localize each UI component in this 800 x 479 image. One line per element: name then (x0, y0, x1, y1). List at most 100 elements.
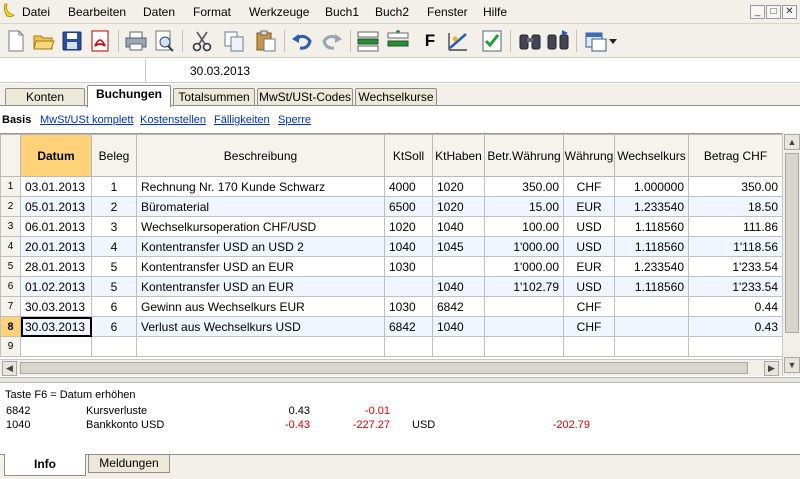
table-row[interactable]: 2 05.01.2013 2 Büromaterial 6500 1020 15… (0, 196, 783, 217)
cell-wechselkurs[interactable] (614, 296, 689, 317)
column-header-beschreibung[interactable]: Beschreibung (136, 134, 385, 177)
view-faelligkeiten[interactable]: Fälligkeiten (214, 114, 270, 126)
cell-waehrung[interactable]: CHF (563, 176, 615, 197)
cell-waehrung[interactable]: USD (563, 216, 615, 237)
minimize-button[interactable]: _ (750, 5, 765, 19)
print-icon[interactable] (124, 29, 148, 53)
undo-icon[interactable] (290, 29, 314, 53)
vertical-scroll-thumb[interactable] (785, 153, 799, 333)
cell-waehrung[interactable]: EUR (563, 256, 615, 277)
horizontal-scroll-thumb[interactable] (20, 362, 748, 374)
cell-betr-waehrung[interactable]: 1'000.00 (484, 256, 564, 277)
tab-mwst-codes[interactable]: MwSt/USt-Codes (257, 88, 353, 106)
checklist-icon[interactable] (480, 29, 504, 53)
row-number[interactable]: 7 (0, 296, 21, 317)
cell-beschreibung[interactable]: Kontentransfer USD an EUR (136, 276, 385, 297)
row-number[interactable]: 6 (0, 276, 21, 297)
column-header-betr-waehrung[interactable]: Betr.Währung (484, 134, 564, 177)
cell-betr-waehrung[interactable]: 350.00 (484, 176, 564, 197)
cell-wechselkurs[interactable]: 1.000000 (614, 176, 689, 197)
cell-beschreibung[interactable]: Rechnung Nr. 170 Kunde Schwarz (136, 176, 385, 197)
cell-ktsoll[interactable]: 1020 (384, 216, 433, 237)
table-row[interactable]: 3 06.01.2013 3 Wechselkursoperation CHF/… (0, 216, 783, 237)
cell-betrag-chf[interactable]: 111.86 (688, 216, 783, 237)
table-row[interactable]: 4 20.01.2013 4 Kontentransfer USD an USD… (0, 236, 783, 257)
cell-datum-selected[interactable]: 30.03.2013 (20, 316, 92, 337)
row-number[interactable]: 9 (0, 336, 21, 357)
column-header-betrag-chf[interactable]: Betrag CHF (688, 134, 783, 177)
cell-betr-waehrung[interactable]: 100.00 (484, 216, 564, 237)
cell-wechselkurs[interactable]: 1.233540 (614, 256, 689, 277)
tab-totalsummen[interactable]: Totalsummen (173, 88, 255, 106)
cell-betrag-chf[interactable]: 1'233.54 (688, 256, 783, 277)
open-folder-icon[interactable] (32, 29, 56, 53)
cell-betrag-chf[interactable]: 350.00 (688, 176, 783, 197)
cell-betrag-chf[interactable]: 0.43 (688, 316, 783, 337)
view-basis[interactable]: Basis (2, 114, 31, 126)
menu-format[interactable]: Format (193, 5, 231, 19)
view-mwst-komplett[interactable]: MwSt/USt komplett (40, 114, 134, 126)
cell-datum[interactable]: 01.02.2013 (20, 276, 92, 297)
menu-buch1[interactable]: Buch1 (325, 5, 359, 19)
cell-betrag-chf[interactable]: 18.50 (688, 196, 783, 217)
cell-kthaben[interactable]: 1040 (432, 276, 485, 297)
column-header-waehrung[interactable]: Währung (563, 134, 615, 177)
cell-waehrung[interactable]: CHF (563, 316, 615, 337)
cell-wechselkurs[interactable]: 1.118560 (614, 216, 689, 237)
scroll-up-arrow-icon[interactable]: ▲ (784, 134, 800, 150)
row-number[interactable]: 4 (0, 236, 21, 257)
tab-konten[interactable]: Konten (5, 88, 85, 106)
cell-ktsoll[interactable]: 6500 (384, 196, 433, 217)
cell-waehrung[interactable] (563, 336, 615, 357)
new-file-icon[interactable] (4, 29, 28, 53)
tab-buchungen[interactable]: Buchungen (87, 85, 171, 107)
scroll-left-arrow-icon[interactable]: ◀ (2, 361, 17, 376)
cell-datum[interactable]: 20.01.2013 (20, 236, 92, 257)
menu-werkzeuge[interactable]: Werkzeuge (249, 5, 309, 19)
column-header-kthaben[interactable]: KtHaben (432, 134, 485, 177)
cell-kthaben[interactable] (432, 336, 485, 357)
row-number-current[interactable]: 8 (0, 316, 21, 337)
cell-datum[interactable] (20, 336, 92, 357)
table-row-current[interactable]: 8 30.03.2013 6 Verlust aus Wechselkurs U… (0, 316, 783, 337)
save-icon[interactable] (60, 29, 84, 53)
cell-wechselkurs[interactable] (614, 316, 689, 337)
pdf-icon[interactable] (88, 29, 112, 53)
find-icon[interactable] (518, 29, 542, 53)
table-row-empty[interactable]: 9 (0, 336, 783, 357)
cell-beleg[interactable]: 4 (91, 236, 137, 257)
cell-ktsoll[interactable] (384, 276, 433, 297)
cell-kthaben[interactable]: 1040 (432, 316, 485, 337)
row-number[interactable]: 5 (0, 256, 21, 277)
cell-beschreibung[interactable] (136, 336, 385, 357)
cell-ktsoll[interactable] (384, 336, 433, 357)
scroll-right-arrow-icon[interactable]: ▶ (764, 361, 779, 376)
cell-kthaben[interactable]: 1020 (432, 196, 485, 217)
menu-fenster[interactable]: Fenster (427, 5, 468, 19)
row-number[interactable]: 3 (0, 216, 21, 237)
cell-datum[interactable]: 28.01.2013 (20, 256, 92, 277)
cell-wechselkurs[interactable]: 1.233540 (614, 196, 689, 217)
cell-betr-waehrung[interactable]: 1'102.79 (484, 276, 564, 297)
cell-betr-waehrung[interactable] (484, 316, 564, 337)
restore-button[interactable]: □ (766, 5, 781, 19)
print-preview-icon[interactable] (152, 29, 176, 53)
cell-ktsoll[interactable]: 4000 (384, 176, 433, 197)
tab-info[interactable]: Info (4, 454, 86, 476)
cell-ktsoll[interactable]: 1030 (384, 256, 433, 277)
cell-beschreibung[interactable]: Kontentransfer USD an USD 2 (136, 236, 385, 257)
cell-beleg[interactable]: 3 (91, 216, 137, 237)
column-header-beleg[interactable]: Beleg (91, 134, 137, 177)
chevron-down-icon[interactable] (606, 29, 620, 53)
format-bold-button[interactable]: F (418, 29, 442, 53)
paste-icon[interactable] (254, 29, 278, 53)
cell-beleg[interactable]: 2 (91, 196, 137, 217)
column-header-datum[interactable]: Datum (20, 134, 92, 177)
cell-ktsoll[interactable]: 1040 (384, 236, 433, 257)
view-sperre[interactable]: Sperre (278, 114, 311, 126)
cell-beschreibung[interactable]: Verlust aus Wechselkurs USD (136, 316, 385, 337)
table-row[interactable]: 6 01.02.2013 5 Kontentransfer USD an EUR… (0, 276, 783, 297)
tab-meldungen[interactable]: Meldungen (88, 455, 170, 473)
insert-row-icon[interactable] (356, 29, 380, 53)
cell-beleg[interactable]: 5 (91, 256, 137, 277)
